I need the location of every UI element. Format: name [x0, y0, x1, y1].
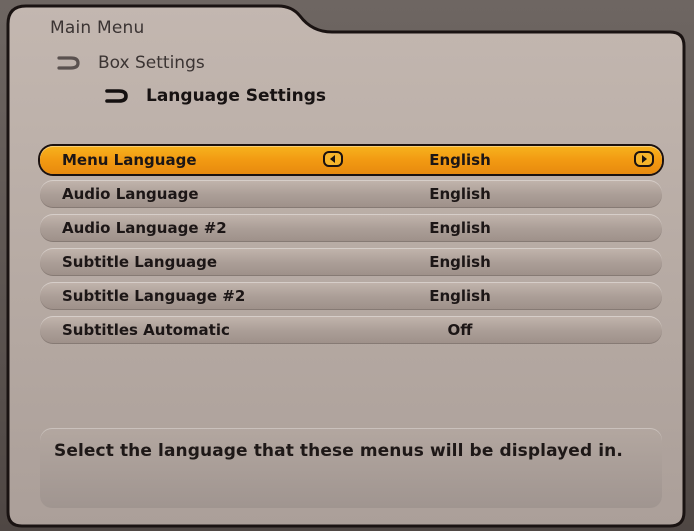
settings-list: Menu Language English Audio Language Eng…: [40, 146, 662, 350]
breadcrumb-language-settings: Language Settings: [104, 84, 326, 108]
breadcrumb-box-settings-label: Box Settings: [98, 53, 205, 73]
setting-label: Subtitle Language: [62, 253, 218, 271]
setting-label: Menu Language: [62, 151, 197, 169]
setting-label: Audio Language #2: [62, 219, 227, 237]
breadcrumb-main-menu: Main Menu: [50, 18, 145, 38]
setting-value: English: [429, 253, 491, 271]
page-title: Language Settings: [146, 86, 327, 106]
right-arrow-button-icon[interactable]: [634, 151, 654, 167]
setting-row-audio-language-2[interactable]: Audio Language #2 English: [40, 214, 662, 242]
return-arrow-icon: [56, 55, 84, 71]
setting-row-audio-language[interactable]: Audio Language English: [40, 180, 662, 208]
setting-value: English: [429, 151, 491, 169]
menu-frame: Main Menu Box Settings Language Settings…: [0, 0, 694, 531]
setting-row-subtitle-language-2[interactable]: Subtitle Language #2 English: [40, 282, 662, 310]
setting-row-subtitle-language[interactable]: Subtitle Language English: [40, 248, 662, 276]
setting-label: Audio Language: [62, 185, 199, 203]
setting-value: English: [429, 287, 491, 305]
help-text: Select the language that these menus wil…: [54, 441, 623, 461]
left-arrow-button-icon[interactable]: [323, 151, 343, 167]
breadcrumb-box-settings: Box Settings: [56, 51, 205, 75]
setting-row-subtitles-automatic[interactable]: Subtitles Automatic Off: [40, 316, 662, 344]
setting-value: English: [429, 185, 491, 203]
setting-label: Subtitles Automatic: [62, 321, 230, 339]
setting-row-menu-language[interactable]: Menu Language English: [40, 146, 662, 174]
setting-label: Subtitle Language #2: [62, 287, 246, 305]
setting-value: Off: [447, 321, 473, 339]
return-arrow-icon: [104, 88, 132, 104]
help-box: Select the language that these menus wil…: [40, 428, 662, 508]
setting-value: English: [429, 219, 491, 237]
